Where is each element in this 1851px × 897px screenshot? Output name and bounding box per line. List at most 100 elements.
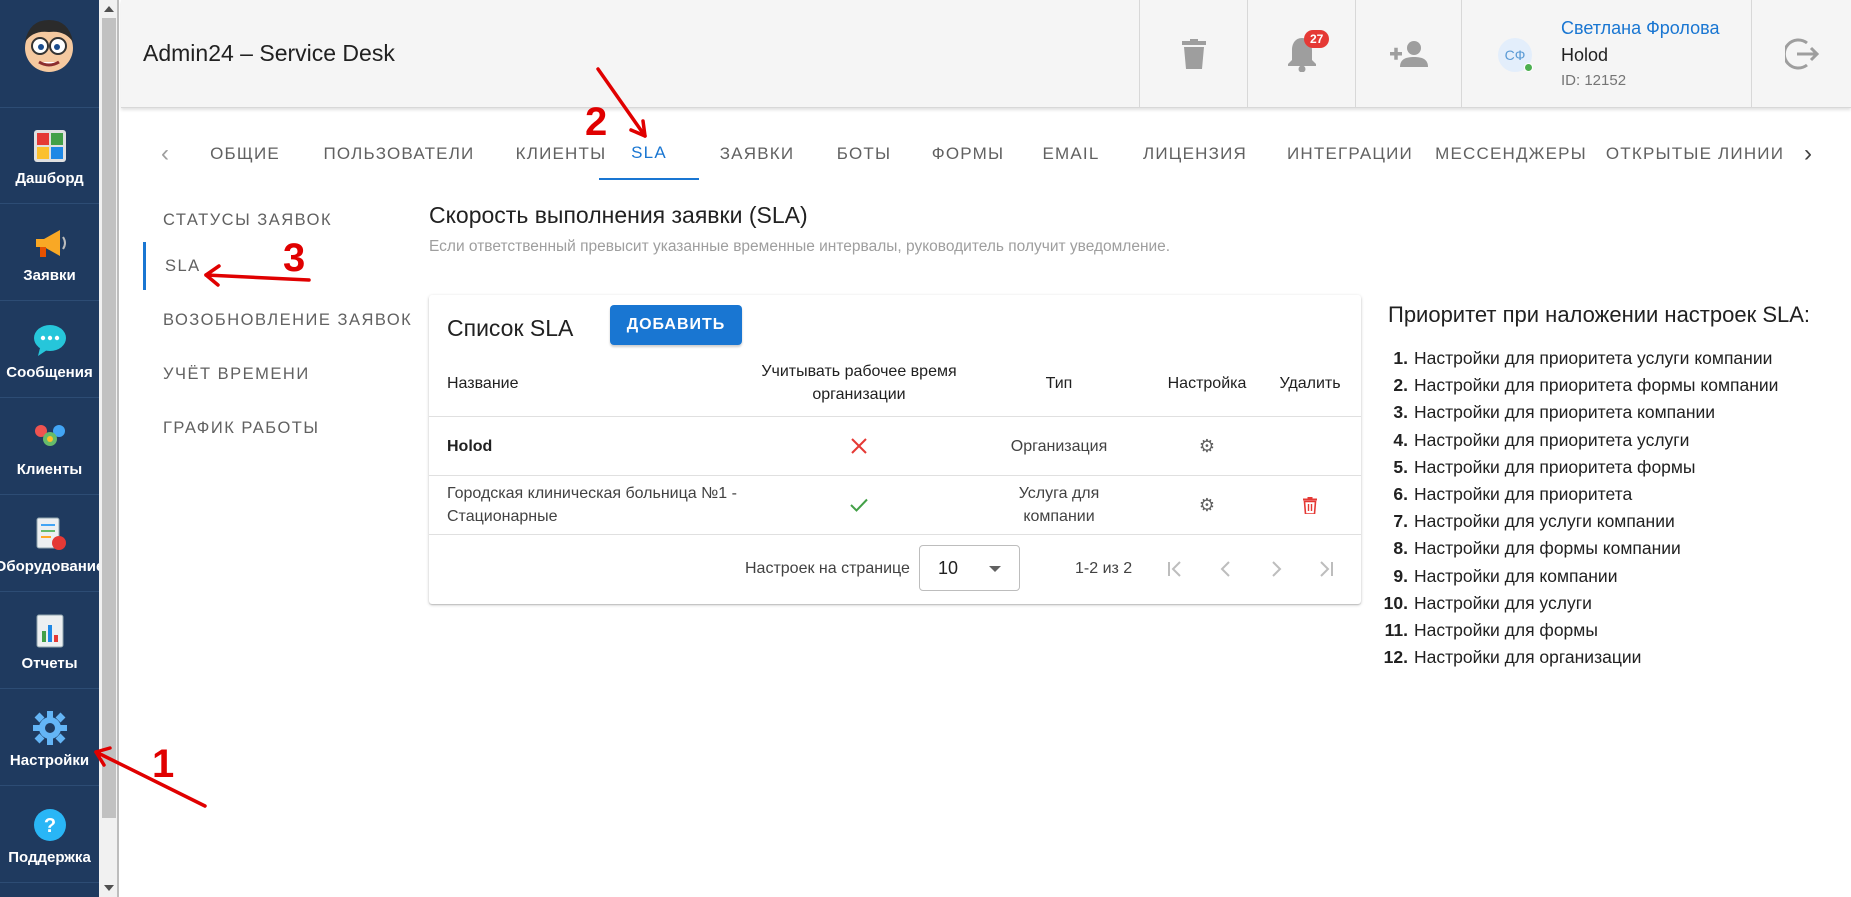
cross-icon <box>851 438 867 454</box>
tab-11[interactable]: ОТКРЫТЫЕ ЛИНИИ <box>1595 128 1795 180</box>
sidebar-item-label: Клиенты <box>16 461 83 478</box>
user-profile[interactable]: СФ Светлана Фролова Holod ID: 12152 <box>1461 0 1751 108</box>
user-id: ID: 12152 <box>1561 72 1627 89</box>
gear-icon: ⚙ <box>1198 494 1216 515</box>
tab-7[interactable]: EMAIL <box>1025 128 1117 180</box>
per-page-label: Настроек на странице <box>745 559 910 577</box>
priority-number: 3. <box>1393 402 1408 423</box>
column-header-type: Тип <box>1045 374 1073 392</box>
priority-item: 7. Настройки для услуги компании <box>1382 511 1842 538</box>
gear-icon: ⚙ <box>1198 435 1216 456</box>
tab-4[interactable]: ЗАЯВКИ <box>699 128 815 180</box>
chat-icon <box>32 322 68 358</box>
subnav-item-sla[interactable]: SLA <box>143 242 403 290</box>
tab-8[interactable]: ЛИЦЕНЗИЯ <box>1119 128 1271 180</box>
tab-9[interactable]: ИНТЕГРАЦИИ <box>1273 128 1427 180</box>
tab-0[interactable]: ОБЩИЕ <box>189 128 301 180</box>
sidebar: Дашборд Заявки Сообщения Клиенты Оборудовани… <box>0 0 104 897</box>
column-header-name: Название <box>447 374 519 392</box>
prev-page-icon[interactable] <box>1214 557 1238 581</box>
tabs-next-icon[interactable]: › <box>1804 140 1812 168</box>
notification-badge: 27 <box>1304 30 1330 48</box>
tab-6[interactable]: ФОРМЫ <box>913 128 1023 180</box>
reports-icon <box>32 613 68 649</box>
sidebar-item-settings[interactable]: Настройки <box>0 690 99 786</box>
priority-text: Настройки для организации <box>1414 647 1642 668</box>
user-org: Holod <box>1561 45 1609 65</box>
svg-text:?: ? <box>43 815 55 837</box>
priority-item: 1. Настройки для приоритета услуги компан… <box>1382 348 1842 375</box>
sidebar-item-equipment[interactable]: Оборудование <box>0 496 104 592</box>
first-page-icon[interactable] <box>1163 557 1187 581</box>
priority-text: Настройки для приоритета формы <box>1414 456 1696 477</box>
help-icon: ? <box>32 807 68 843</box>
per-page-value: 10 <box>938 558 959 578</box>
user-name[interactable]: Светлана Фролова <box>1561 18 1719 39</box>
priority-number: 2. <box>1393 375 1408 396</box>
add-user-button[interactable] <box>1355 0 1461 108</box>
priority-text: Настройки для услуги компании <box>1414 511 1675 532</box>
trash-button[interactable] <box>1139 0 1247 108</box>
subnav-item-schedule[interactable]: ГРАФИК РАБОТЫ <box>143 404 403 452</box>
clients-icon <box>32 419 68 455</box>
priority-item: 9. Настройки для компании <box>1382 566 1842 593</box>
row-1-settings-button[interactable]: ⚙ <box>1192 417 1222 475</box>
sidebar-item-support[interactable]: ? Поддержка <box>0 787 99 883</box>
header: Admin24 – Service Desk 27 СФ Светлана Фр… <box>121 0 1851 108</box>
next-page-icon[interactable] <box>1264 557 1288 581</box>
scroll-down-icon[interactable] <box>104 885 114 891</box>
priority-text: Настройки для приоритета формы компании <box>1414 375 1779 396</box>
logout-button[interactable] <box>1751 0 1851 108</box>
notifications-button[interactable]: 27 <box>1247 0 1355 108</box>
page-scrollbar[interactable] <box>99 0 119 897</box>
chevron-down-icon <box>989 566 1001 572</box>
sidebar-item-dashboard[interactable]: Дашборд <box>0 108 99 204</box>
sidebar-item-label: Заявки <box>23 267 76 284</box>
subnav-item-reopen[interactable]: ВОЗОБНОВЛЕНИЕ ЗАЯВОК <box>143 296 411 344</box>
subnav-item-statuses[interactable]: СТАТУСЫ ЗАЯВОК <box>143 196 403 244</box>
row-1-work-time <box>744 417 974 475</box>
priority-text: Настройки для приоритета компании <box>1414 402 1716 423</box>
priority-title: Приоритет при наложении настроек SLA: <box>1388 302 1811 327</box>
priority-item: 6. Настройки для приоритета <box>1382 484 1842 511</box>
priority-text: Настройки для приоритета услуги компании <box>1414 348 1773 368</box>
sidebar-item-tickets[interactable]: Заявки <box>0 205 99 301</box>
divider <box>429 534 1361 535</box>
priority-text: Настройки для формы <box>1414 619 1598 640</box>
priority-text: Настройки для приоритета <box>1414 483 1633 504</box>
avatar-initials: СФ <box>1504 47 1526 63</box>
subnav-item-time-tracking[interactable]: УЧЁТ ВРЕМЕНИ <box>143 350 403 398</box>
logo[interactable] <box>0 0 99 108</box>
annotation-number-2: 2 <box>585 100 608 144</box>
tab-5[interactable]: БОТЫ <box>817 128 911 180</box>
scroll-up-icon[interactable] <box>104 6 114 12</box>
sla-list-title: Список SLA <box>447 315 574 341</box>
sidebar-item-messages[interactable]: Сообщения <box>0 302 99 398</box>
add-sla-button[interactable]: ДОБАВИТЬ <box>610 305 742 345</box>
priority-text: Настройки для формы компании <box>1414 538 1681 559</box>
row-2-work-time <box>744 476 974 534</box>
per-page-select[interactable]: 10 <box>919 545 1020 591</box>
row-2-delete-button[interactable] <box>1295 476 1325 534</box>
equipment-icon <box>32 516 68 552</box>
row-2-settings-button[interactable]: ⚙ <box>1192 476 1222 534</box>
priority-item: 4. Настройки для приоритета услуги <box>1382 430 1842 457</box>
priority-number: 8. <box>1393 538 1408 559</box>
tabs-prev-icon[interactable]: ‹ <box>161 140 169 168</box>
priority-text: Настройки для приоритета услуги <box>1414 429 1690 450</box>
last-page-icon[interactable] <box>1314 557 1338 581</box>
tab-3[interactable]: SLA <box>599 128 699 180</box>
priority-number: 5. <box>1393 456 1408 477</box>
priority-text: Настройки для компании <box>1414 565 1618 586</box>
row-1-name: Holod <box>447 437 493 455</box>
priority-item: 8. Настройки для формы компании <box>1382 538 1842 565</box>
sidebar-item-clients[interactable]: Клиенты <box>0 399 99 495</box>
column-header-work-time: Учитывать рабочее время организации <box>761 363 957 403</box>
sla-list-card: Список SLA ДОБАВИТЬ Название Учитывать р… <box>429 295 1361 604</box>
tab-1[interactable]: ПОЛЬЗОВАТЕЛИ <box>308 128 490 180</box>
scrollbar-thumb[interactable] <box>102 18 116 818</box>
sidebar-item-reports[interactable]: Отчеты <box>0 593 99 689</box>
tab-10[interactable]: МЕССЕНДЖЕРЫ <box>1427 128 1595 180</box>
priority-number: 11. <box>1384 619 1408 640</box>
priority-list: 1. Настройки для приоритета услуги компан… <box>1382 348 1842 674</box>
